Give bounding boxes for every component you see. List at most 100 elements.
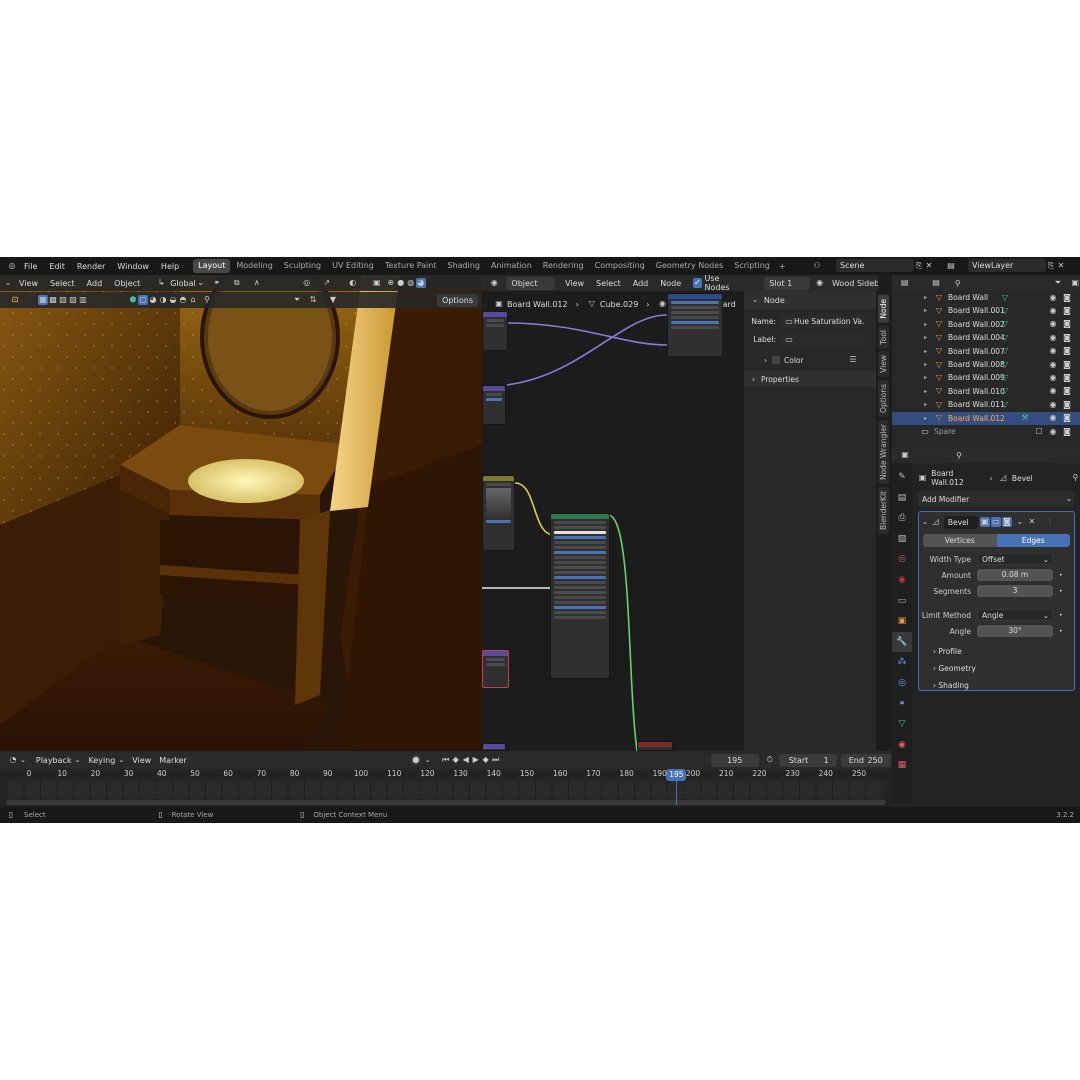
eye-icon[interactable]: ◉ xyxy=(1048,319,1058,329)
delete-viewlayer-icon[interactable]: ✕ xyxy=(1056,261,1066,271)
expand-arrow-icon[interactable]: ▸ xyxy=(924,371,927,384)
angle-field[interactable]: 30° xyxy=(977,625,1053,637)
drag-handle-icon[interactable]: ⋮ xyxy=(1045,517,1055,527)
timeline-type-icon[interactable]: ◔ xyxy=(8,755,18,765)
outliner-mode-icon[interactable]: ▤ xyxy=(931,278,940,288)
timeline-menu-marker[interactable]: Marker xyxy=(159,756,187,765)
viewport-toggle-icon[interactable]: ▭ xyxy=(990,517,1001,527)
eye-icon[interactable]: ◉ xyxy=(1048,373,1058,383)
viewlayer-field[interactable]: ViewLayer xyxy=(968,259,1046,272)
expand-arrow-icon[interactable]: ▸ xyxy=(924,318,927,331)
node-principled-bsdf[interactable] xyxy=(550,513,610,679)
tab-geometry-nodes[interactable]: Geometry Nodes xyxy=(651,259,728,273)
modifier-menu-icon[interactable]: ⌄ xyxy=(1015,517,1025,527)
tab-compositing[interactable]: Compositing xyxy=(590,259,650,273)
world-tab-icon[interactable]: ◉ xyxy=(892,570,912,591)
filter-icon[interactable]: ⏷ xyxy=(292,295,302,305)
outliner-row[interactable]: ▸ ▽ Board Wall.011 ▽ ◉ ◙ xyxy=(892,398,1080,411)
outliner-filter-icon[interactable]: ⏷ xyxy=(1053,278,1062,288)
shading-rendered-icon[interactable]: ◕ xyxy=(415,278,426,288)
current-frame-field[interactable]: 195 xyxy=(710,753,759,767)
color-list-icon[interactable]: ☰ xyxy=(848,355,858,365)
sidebar-tab-node[interactable]: Node xyxy=(878,295,889,323)
outliner-row[interactable]: ▸ ▽ Board Wall.004 ▽ ◉ ◙ xyxy=(892,331,1080,344)
pin-icon[interactable]: ⚲ xyxy=(1071,473,1080,483)
eye-icon[interactable]: ◉ xyxy=(1048,427,1058,437)
camera-icon[interactable]: ◙ xyxy=(1062,373,1072,383)
properties-search[interactable]: ⚲ xyxy=(950,448,1050,462)
eye-icon[interactable]: ◉ xyxy=(1048,400,1058,410)
mesh-data-icon[interactable]: ▽ xyxy=(1000,333,1010,343)
menu-help[interactable]: Help xyxy=(161,262,179,271)
camera-icon[interactable]: ◙ xyxy=(1062,293,1072,303)
modifier-tab-icon[interactable]: 🔧 xyxy=(892,631,912,653)
camera-icon[interactable]: ◙ xyxy=(1062,386,1072,396)
outliner-row[interactable]: ▸ ▽ Board Wall.002 ▽ ◉ ◙ xyxy=(892,318,1080,331)
funnel-icon[interactable]: ▼ xyxy=(328,295,338,305)
mesh-data-icon[interactable]: ▽ xyxy=(1000,293,1010,303)
properties-type-icon[interactable]: ▣ xyxy=(900,450,910,460)
view-layer-tab-icon[interactable]: ▧ xyxy=(892,529,912,550)
outliner-row[interactable]: ▸ ▽ Board Wall.009 ▽ ◉ ◙ xyxy=(892,371,1080,384)
mesh-data-icon[interactable]: ▽ xyxy=(1000,346,1010,356)
node-panel-header[interactable]: ⌄ Node xyxy=(744,291,876,309)
viewport-3d[interactable]: ⌄ View Select Add Object ↳ Global ⌄ ⚭ ⧉ ∧ ◎… xyxy=(0,275,482,751)
tab-uv-editing[interactable]: UV Editing xyxy=(327,259,379,273)
expand-arrow-icon[interactable]: ▸ xyxy=(924,331,927,344)
node-hue-saturation[interactable] xyxy=(667,293,723,357)
mesh-data-icon[interactable]: ▽ xyxy=(1000,319,1010,329)
timeline-menu-playback[interactable]: Playback xyxy=(36,756,72,765)
camera-icon[interactable]: ◙ xyxy=(1062,306,1072,316)
options-button[interactable]: Options xyxy=(437,293,478,307)
viewport-menu-object[interactable]: Object xyxy=(114,279,140,288)
eye-icon[interactable]: ◉ xyxy=(1048,413,1058,423)
filter-mesh-icon[interactable]: ⬢ xyxy=(128,295,138,305)
menu-file[interactable]: File xyxy=(24,262,37,271)
select-mode-icon[interactable]: ▦ xyxy=(38,295,48,305)
viewlayer-icon[interactable]: ▤ xyxy=(946,261,956,271)
gizmo-icon[interactable]: ↗ xyxy=(322,278,332,288)
timeline-menu-view[interactable]: View xyxy=(132,756,151,765)
viewport-menu-add[interactable]: Add xyxy=(87,279,103,288)
select-extend-icon[interactable]: ▩ xyxy=(48,295,58,305)
viewport-menu-select[interactable]: Select xyxy=(50,279,75,288)
texture-tab-icon[interactable]: ▦ xyxy=(892,755,912,776)
play-reverse-icon[interactable]: ◀ xyxy=(461,755,471,765)
camera-icon[interactable]: ◙ xyxy=(1062,333,1072,343)
playhead-marker[interactable]: 195 xyxy=(666,769,687,781)
subpanel-shading[interactable]: › Shading xyxy=(919,677,1074,694)
shading-solid-icon[interactable]: ● xyxy=(396,278,406,288)
material-icon[interactable]: ◉ xyxy=(816,278,824,288)
particles-tab-icon[interactable]: ⁂ xyxy=(892,652,912,673)
new-scene-icon[interactable]: ⎘ xyxy=(914,261,924,271)
remove-modifier-icon[interactable]: ✕ xyxy=(1027,517,1037,527)
node-output[interactable] xyxy=(637,741,673,751)
sidebar-tab-view[interactable]: View xyxy=(878,351,889,377)
select-subtract-icon[interactable]: ▨ xyxy=(58,295,68,305)
select-intersect-icon[interactable]: ▥ xyxy=(78,295,88,305)
outliner-type-icon[interactable]: ▤ xyxy=(900,278,909,288)
proportional-icon[interactable]: ∧ xyxy=(252,278,262,288)
tab-animation[interactable]: Animation xyxy=(486,259,537,273)
slot-dropdown[interactable]: Slot 1 xyxy=(764,276,810,290)
output-tab-icon[interactable]: ⎙ xyxy=(892,508,912,529)
filter-e-icon[interactable]: ⌂ xyxy=(188,295,198,305)
render-tab-icon[interactable]: ▤ xyxy=(892,488,912,509)
end-frame-field[interactable]: End 250 xyxy=(840,753,891,767)
scene-tab-icon[interactable]: ◎ xyxy=(892,549,912,570)
node-mapping[interactable] xyxy=(482,311,508,351)
stopwatch-icon[interactable]: ⏱ xyxy=(765,755,775,765)
mesh-data-icon[interactable]: ▽ xyxy=(1000,386,1010,396)
menu-window[interactable]: Window xyxy=(117,262,149,271)
orientation-dropdown[interactable]: Global xyxy=(170,279,196,288)
node-texture-a[interactable] xyxy=(482,385,506,425)
new-viewlayer-icon[interactable]: ⎘ xyxy=(1046,261,1056,271)
sidebar-tab-node-wrangler[interactable]: Node Wrangler xyxy=(878,419,889,484)
next-keyframe-icon[interactable]: ◆ xyxy=(481,755,491,765)
eye-icon[interactable]: ◉ xyxy=(1048,293,1058,303)
eye-icon[interactable]: ◉ xyxy=(1048,333,1058,343)
scene-icon[interactable]: ⚇ xyxy=(812,261,822,271)
camera-icon[interactable]: ◙ xyxy=(1062,360,1072,370)
filter-d-icon[interactable]: ◓ xyxy=(178,295,188,305)
expand-arrow-icon[interactable]: ▸ xyxy=(924,398,927,411)
